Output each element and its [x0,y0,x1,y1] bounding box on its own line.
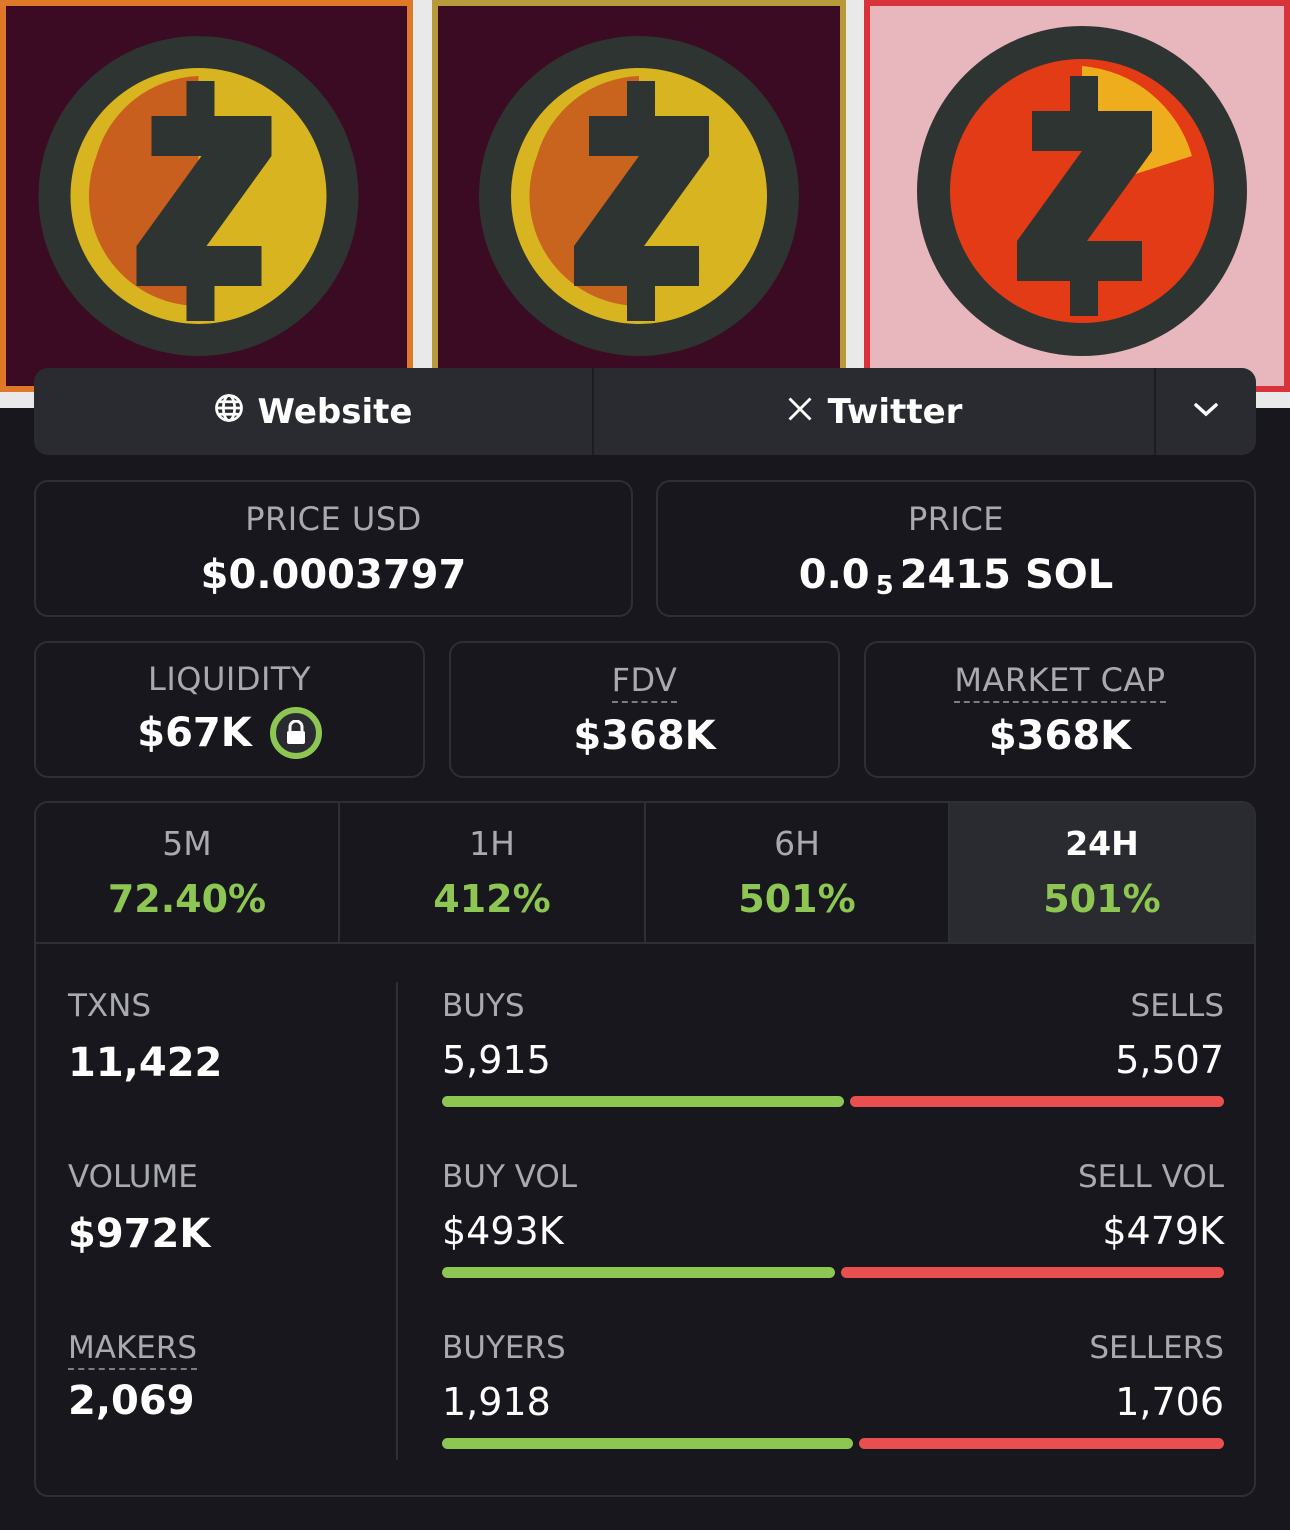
tab-24h[interactable]: 24H 501% [950,803,1254,942]
fdv-card: FDV $368K [449,641,840,778]
globe-icon [214,392,244,432]
links-bar: Website Twitter [34,368,1256,455]
stats-panel: 5M 72.40% 1H 412% 6H 501% 24H 501% TXNS … [34,801,1256,1497]
buyers-label: BUYERS [442,1330,566,1366]
txns-label: TXNS [68,988,152,1024]
column-divider [396,982,398,1460]
price-native-label: PRICE [907,500,1005,539]
twitter-link-label: Twitter [827,391,963,432]
buyers-ratio-bar [442,1438,1224,1449]
twitter-link-button[interactable]: Twitter [594,368,1156,455]
sell-vol-label: SELL VOL [1078,1159,1224,1195]
price-native-zero-count: 5 [875,571,894,602]
sellers-bar [859,1438,1224,1449]
buy-vol-label: BUY VOL [442,1159,578,1195]
x-logo-icon [786,392,814,432]
buy-vol-value: $493K [442,1209,564,1253]
period-tabs: 5M 72.40% 1H 412% 6H 501% 24H 501% [36,803,1254,944]
buyers-sellers-row: BUYERS SELLERS 1,918 1,706 [442,1330,1224,1449]
price-usd-value: $0.0003797 [200,551,467,598]
sellers-label: SELLERS [1089,1330,1224,1366]
price-native-prefix: 0.0 [798,551,870,598]
token-banner [0,0,1290,408]
volume-stat: VOLUME $972K [68,1159,210,1257]
more-links-button[interactable] [1156,368,1256,455]
sell-vol-bar [841,1267,1224,1278]
buys-label: BUYS [442,988,525,1024]
buys-sells-row: BUYS SELLS 5,915 5,507 [442,988,1224,1107]
makers-stat: MAKERS 2,069 [68,1330,198,1424]
buys-value: 5,915 [442,1038,551,1082]
buyers-value: 1,918 [442,1380,551,1424]
sells-bar [850,1096,1224,1107]
tab-6h[interactable]: 6H 501% [646,803,950,942]
market-cap-value: $368K [988,712,1132,759]
buy-sell-volume-row: BUY VOL SELL VOL $493K $479K [442,1159,1224,1278]
sellers-value: 1,706 [1115,1380,1224,1424]
volume-label: VOLUME [68,1159,198,1195]
chevron-down-icon [1193,401,1219,423]
fdv-value: $368K [573,712,716,759]
buy-vol-bar [442,1267,835,1278]
txns-stat: TXNS 11,422 [68,988,222,1086]
coin-logo-icon [38,36,359,356]
price-native-value: 0.0 5 2415 SOL [798,551,1114,601]
buys-sells-ratio-bar [442,1096,1224,1107]
price-usd-card: PRICE USD $0.0003797 [34,480,633,617]
price-native-rest: 2415 SOL [899,551,1114,598]
liquidity-value: $67K [137,709,252,756]
market-cap-label[interactable]: MARKET CAP [954,661,1166,704]
website-link-label: Website [257,391,413,432]
sell-vol-value: $479K [1102,1209,1224,1253]
website-link-button[interactable]: Website [34,368,594,455]
tab-5m[interactable]: 5M 72.40% [36,803,340,942]
volume-ratio-bar [442,1267,1224,1278]
sells-label: SELLS [1130,988,1224,1024]
coin-logo-icon [917,26,1247,356]
price-native-card: PRICE 0.0 5 2415 SOL [656,480,1256,617]
sells-value: 5,507 [1115,1038,1224,1082]
liquidity-card: LIQUIDITY $67K [34,641,425,778]
txns-value: 11,422 [68,1040,223,1086]
makers-value: 2,069 [68,1378,195,1424]
price-usd-label: PRICE USD [245,500,422,539]
banner-tile-2 [432,0,846,392]
buys-bar [442,1096,844,1107]
market-cap-card: MARKET CAP $368K [864,641,1256,778]
banner-tile-1 [0,0,413,392]
lock-icon[interactable] [269,706,322,759]
stats-grid: TXNS 11,422 VOLUME $972K MAKERS 2,069 BU… [36,944,1254,1495]
makers-label[interactable]: MAKERS [68,1330,198,1370]
liquidity-label: LIQUIDITY [148,660,311,699]
buyers-bar [442,1438,853,1449]
banner-tile-3 [864,0,1290,392]
fdv-label[interactable]: FDV [611,661,678,704]
tab-1h[interactable]: 1H 412% [340,803,646,942]
volume-value: $972K [68,1211,211,1257]
coin-logo-icon [479,36,799,356]
